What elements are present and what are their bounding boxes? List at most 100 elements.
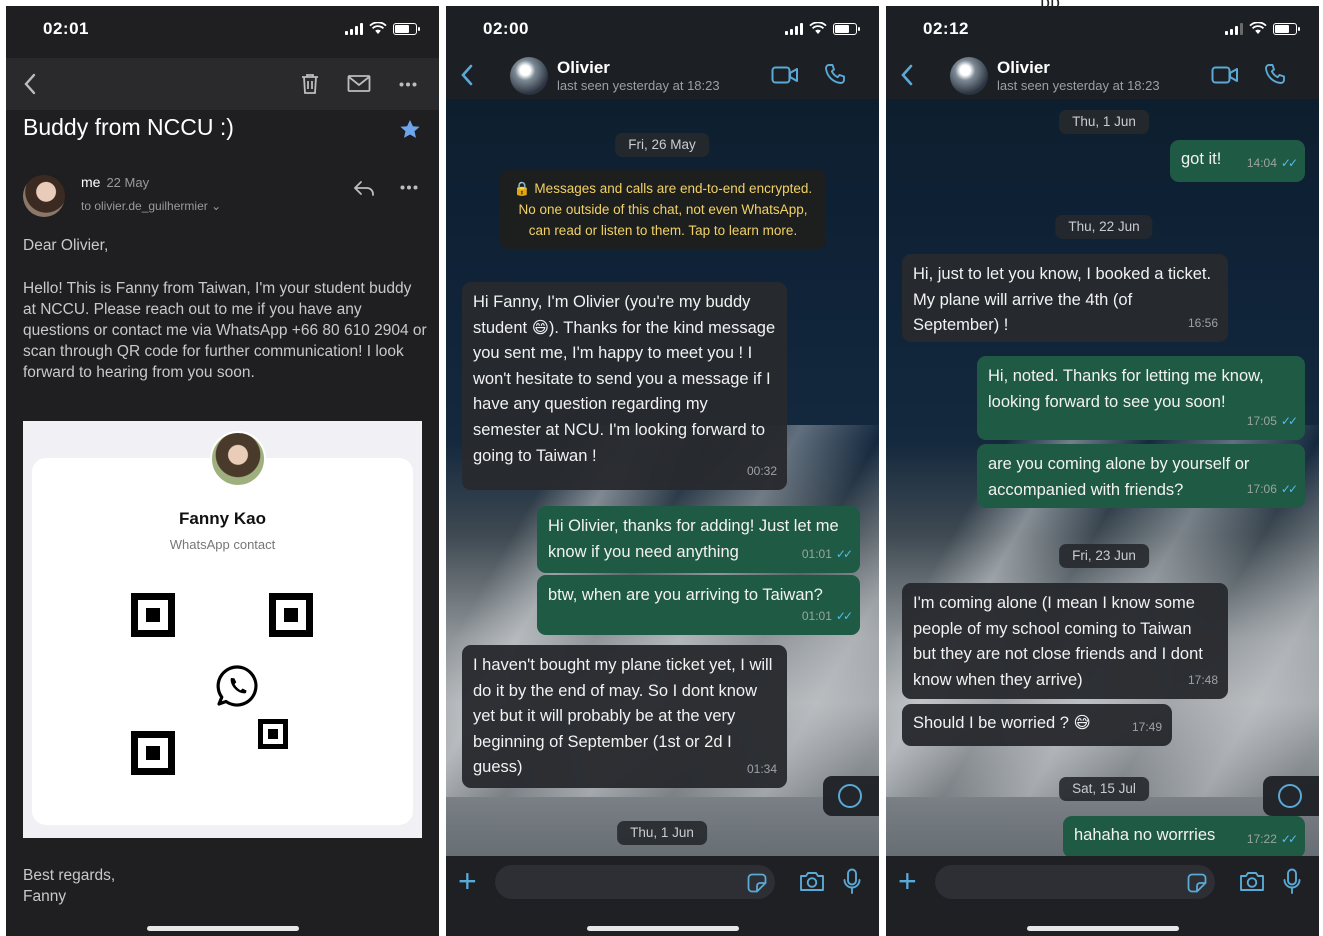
message-bubble-outgoing[interactable]: Hi Olivier, thanks for adding! Just let … [537,506,860,573]
message-text: I'm coming alone (I mean I know some peo… [913,594,1203,689]
status-time: 02:12 [923,19,969,38]
message-bubble-outgoing[interactable]: Hi, noted. Thanks for letting me know, l… [977,356,1305,440]
whatsapp-chat-screen: 02:00 Olivier last seen yesterday at 18:… [446,6,879,936]
contact-avatar[interactable] [510,57,548,95]
message-bubble-incoming[interactable]: Should I be worried ? 😅 17:49 [902,704,1172,746]
message-time: 01:01 [801,547,832,562]
whatsapp-chat-screen: 02:12 Olivier last seen yesterday at 18:… [886,6,1319,936]
message-bubble-outgoing[interactable]: got it! 14:04 ✓✓ [1170,140,1305,182]
plus-icon[interactable]: + [458,865,477,897]
qr-finder-pattern [131,593,175,637]
home-indicator[interactable] [1026,926,1179,931]
last-seen-status: last seen yesterday at 18:23 [557,78,720,93]
message-meta: 17:06 ✓✓ [1247,477,1298,503]
chat-header: 02:12 Olivier last seen yesterday at 18:… [886,6,1319,99]
email-screen: 02:01 Buddy from NCCU :) me 22 May to oli… [6,6,439,936]
video-call-icon[interactable] [1211,65,1239,85]
message-bubble-incoming[interactable]: I haven't bought my plane ticket yet, I … [462,645,787,788]
microphone-icon[interactable] [1283,868,1301,896]
contact-avatar[interactable] [950,57,988,95]
message-meta: 01:01 ✓✓ [801,542,853,568]
sticker-icon[interactable] [747,873,767,893]
message-meta: 17:49 [1132,715,1162,741]
message-input[interactable] [495,865,775,899]
back-icon[interactable] [22,72,38,96]
back-icon[interactable] [900,64,914,86]
sender-date: 22 May [106,175,150,190]
message-text: Hi Fanny, I'm Olivier (you're my buddy s… [473,293,776,465]
recipient-line[interactable]: to olivier.de_guilhermier ⌄ [81,199,221,213]
phone-icon[interactable] [1264,63,1286,85]
sticker-icon[interactable] [1187,873,1207,893]
message-text: Hi Olivier, thanks for adding! Just let … [548,517,839,561]
message-bubble-outgoing[interactable]: hahaha no worrries 17:22 ✓✓ [1063,816,1305,858]
mail-icon[interactable] [347,74,371,94]
read-receipt-icon: ✓✓ [1280,156,1298,171]
read-receipt-icon: ✓✓ [1280,414,1298,429]
message-text: Should I be worried ? 😅 [913,714,1091,732]
back-icon[interactable] [460,64,474,86]
phone-icon[interactable] [824,63,846,85]
status-bar: 02:12 [886,6,1319,52]
trash-icon[interactable] [300,72,320,96]
encryption-notice[interactable]: 🔒 Messages and calls are end-to-end encr… [500,170,826,249]
reply-icon[interactable] [353,179,375,197]
status-bar: 02:01 [6,6,439,52]
email-greeting: Dear Olivier, [23,237,109,254]
cellular-signal-icon [345,22,363,35]
message-meta: 00:32 [747,459,777,485]
home-indicator[interactable] [146,926,299,931]
read-receipt-icon: ✓✓ [835,609,853,624]
wifi-icon [369,22,387,34]
star-icon[interactable] [399,119,421,140]
message-input[interactable] [935,865,1215,899]
message-time: 00:32 [746,464,777,479]
qr-alignment-pattern [258,719,288,749]
more-icon[interactable] [399,82,417,87]
message-bubble-incoming[interactable]: Hi Fanny, I'm Olivier (you're my buddy s… [462,282,787,490]
camera-icon[interactable] [1239,870,1265,892]
message-meta: 14:04 ✓✓ [1246,151,1298,177]
contact-name[interactable]: Olivier [997,58,1050,78]
home-indicator[interactable] [586,926,739,931]
signoff-name: Fanny [23,888,67,905]
battery-icon [833,22,860,35]
microphone-icon[interactable] [843,868,861,896]
message-bubble-incoming[interactable]: I'm coming alone (I mean I know some peo… [902,583,1228,699]
message-meta: 01:34 [747,757,777,783]
scroll-to-bottom-button[interactable] [823,776,879,816]
contact-avatar [210,431,266,487]
wifi-icon [1249,22,1267,34]
video-call-icon[interactable] [771,65,799,85]
message-bubble-outgoing[interactable]: btw, when are you arriving to Taiwan? 01… [537,575,860,635]
plus-icon[interactable]: + [898,865,917,897]
battery-icon [1273,22,1300,35]
signoff-line: Best regards, [23,867,116,884]
camera-icon[interactable] [799,870,825,892]
status-time: 02:01 [43,19,89,38]
message-time: 17:05 [1246,414,1277,429]
read-receipt-icon: ✓✓ [1280,832,1298,847]
message-meta: 01:01 ✓✓ [802,604,853,630]
status-bar: 02:00 [446,6,879,52]
date-separator: Thu, 1 Jun [1059,110,1149,134]
message-meta: 17:22 ✓✓ [1247,827,1298,853]
date-separator: Fri, 26 May [615,133,709,157]
scroll-to-bottom-button[interactable] [1263,776,1319,816]
message-composer: + [446,856,879,936]
message-bubble-outgoing[interactable]: are you coming alone by yourself or acco… [977,444,1305,508]
message-time: 16:56 [1187,316,1218,331]
chevron-down-icon [1278,784,1302,808]
message-time: 14:04 [1246,156,1277,171]
email-body: Hello! This is Fanny from Taiwan, I'm yo… [23,280,427,381]
cellular-signal-icon [1225,22,1243,35]
whatsapp-icon [216,665,258,707]
battery-icon [393,22,420,35]
more-icon[interactable] [400,185,418,190]
message-text: Hi, noted. Thanks for letting me know, l… [988,367,1264,411]
message-bubble-incoming[interactable]: Hi, just to let you know, I booked a tic… [902,254,1228,342]
sender-line: me 22 May [81,174,149,190]
qr-finder-pattern [269,593,313,637]
message-meta: 17:05 ✓✓ [1246,409,1298,435]
contact-name[interactable]: Olivier [557,58,610,78]
